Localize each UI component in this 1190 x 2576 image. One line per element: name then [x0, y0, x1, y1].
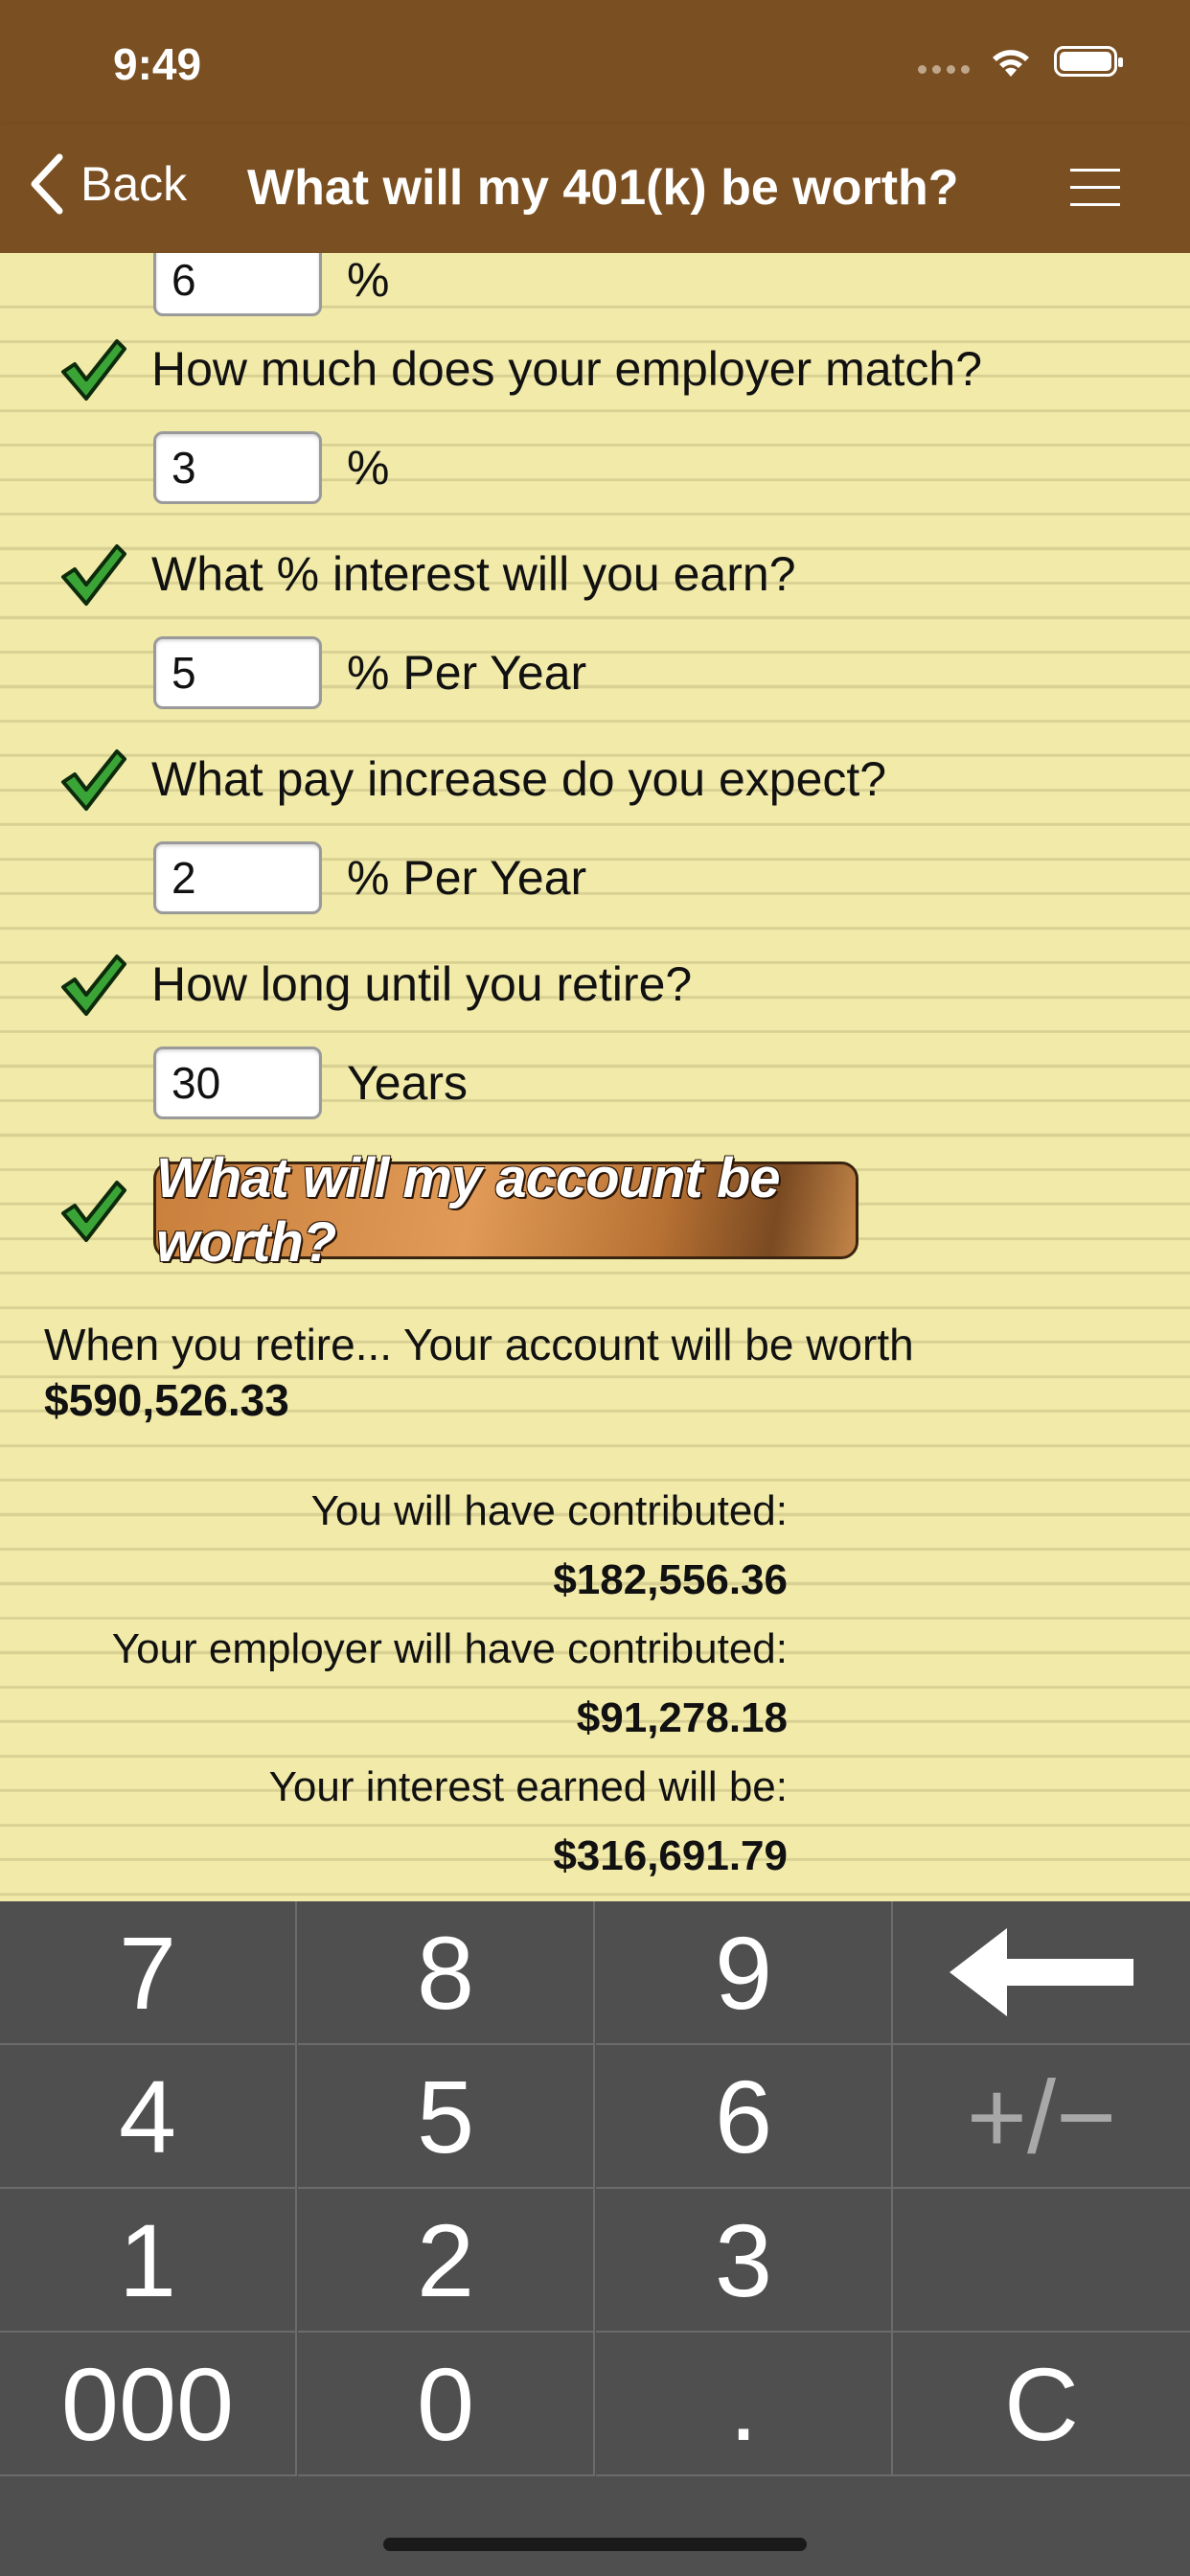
page-title: What will my 401(k) be worth?	[247, 160, 959, 216]
question-retire: How long until you retire?	[57, 949, 692, 1020]
question-label: How much does your employer match?	[151, 342, 983, 396]
key-2[interactable]: 2	[298, 2189, 595, 2333]
key-5[interactable]: 5	[298, 2045, 595, 2189]
question-employer-match: How much does your employer match?	[57, 334, 982, 404]
pay-increase-field: 2 % Per Year	[153, 841, 586, 914]
numeric-keypad: 7 8 9 4 5 6 +/− 1 2 3 000 0 . C	[0, 1901, 1190, 2576]
result-summary: When you retire... Your account will be …	[44, 1320, 914, 1369]
employer-match-field: 3 %	[153, 431, 389, 504]
checkmark-icon	[61, 339, 126, 401]
retire-years-unit: Years	[347, 1056, 469, 1110]
key-decimal[interactable]: .	[596, 2333, 893, 2476]
employer-contributed-value: $91,278.18	[576, 1694, 788, 1741]
employer-match-unit: %	[347, 441, 390, 494]
contribution-input[interactable]: 6	[153, 253, 322, 316]
interest-unit: % Per Year	[347, 646, 587, 700]
interest-input[interactable]: 5	[153, 636, 322, 709]
key-3[interactable]: 3	[596, 2189, 893, 2333]
home-indicator	[383, 2538, 807, 2551]
key-1[interactable]: 1	[0, 2189, 297, 2333]
key-4[interactable]: 4	[0, 2045, 297, 2189]
interest-earned-value: $316,691.79	[553, 1832, 788, 1879]
empty-key	[893, 2189, 1190, 2333]
checkmark-icon	[61, 544, 126, 606]
question-interest: What % interest will you earn?	[57, 539, 796, 610]
contributed-value: $182,556.36	[553, 1556, 788, 1603]
pay-increase-input[interactable]: 2	[153, 841, 322, 914]
question-label: What pay increase do you expect?	[151, 752, 887, 806]
clear-key[interactable]: C	[893, 2333, 1190, 2476]
backspace-key[interactable]	[893, 1901, 1190, 2045]
pay-increase-unit: % Per Year	[347, 851, 587, 905]
employer-match-input[interactable]: 3	[153, 431, 322, 504]
backspace-arrow-icon	[950, 1928, 1133, 2016]
result-total: $590,526.33	[44, 1375, 289, 1425]
navigation-bar: Back What will my 401(k) be worth?	[0, 125, 1190, 253]
retire-years-input[interactable]: 30	[153, 1046, 322, 1119]
form-area: 6 % How much does your employer match? 3…	[0, 253, 1190, 1901]
interest-earned-label: Your interest earned will be:	[268, 1763, 788, 1810]
contribution-field: 6 %	[153, 253, 389, 316]
chevron-left-icon	[31, 153, 63, 215]
calculate-button[interactable]: What will my account be worth?	[153, 1147, 858, 1274]
checkmark-icon	[61, 1181, 126, 1242]
back-button[interactable]: Back	[29, 153, 187, 215]
status-time: 9:49	[113, 39, 202, 89]
checkmark-icon	[61, 954, 126, 1016]
wifi-icon	[993, 50, 1029, 77]
employer-contributed-label: Your employer will have contributed:	[111, 1625, 788, 1672]
key-0[interactable]: 0	[298, 2333, 595, 2476]
interest-field: 5 % Per Year	[153, 636, 586, 709]
key-6[interactable]: 6	[596, 2045, 893, 2189]
retire-years-field: 30 Years	[153, 1046, 468, 1119]
checkmark-icon	[61, 749, 126, 811]
back-label: Back	[80, 157, 188, 211]
key-9[interactable]: 9	[596, 1901, 893, 2045]
contribution-unit: %	[347, 253, 390, 307]
question-label: How long until you retire?	[151, 957, 693, 1011]
key-8[interactable]: 8	[298, 1901, 595, 2045]
question-pay-increase: What pay increase do you expect?	[57, 744, 886, 815]
key-7[interactable]: 7	[0, 1901, 297, 2045]
question-label: What % interest will you earn?	[151, 547, 796, 601]
contributed-label: You will have contributed:	[310, 1487, 788, 1534]
plus-minus-key[interactable]: +/−	[893, 2045, 1190, 2189]
status-bar: 9:49	[0, 0, 1190, 125]
key-000[interactable]: 000	[0, 2333, 297, 2476]
battery-icon	[1054, 46, 1123, 77]
cellular-signal-icon	[918, 65, 972, 77]
menu-icon[interactable]	[1070, 169, 1120, 207]
